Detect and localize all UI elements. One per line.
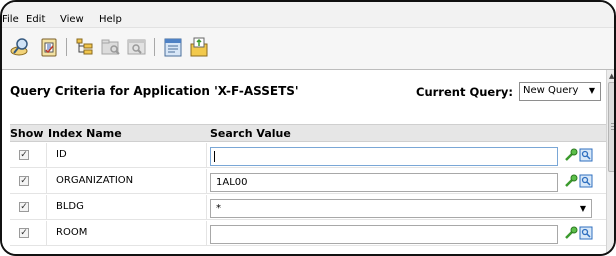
column-divider [206,221,207,245]
toolbar-separator [66,38,67,56]
export-icon[interactable] [188,36,210,58]
header-index-name: Index Name [48,127,122,140]
window-search-icon[interactable] [126,36,148,58]
show-checkbox[interactable]: ✓ [19,228,29,238]
index-name: ID [56,149,67,160]
header-search-value: Search Value [210,127,291,140]
column-divider [46,169,47,193]
search-value-text: 1AL00 [216,177,248,188]
current-query-select[interactable]: New Query ▼ [519,82,601,101]
current-query-value: New Query [523,85,579,96]
show-checkbox[interactable]: ✓ [19,176,29,186]
text-caret [214,151,215,162]
lookup-icon[interactable] [579,173,593,189]
clipboard-icon[interactable] [38,36,60,58]
tree-icon[interactable] [74,36,96,58]
pick-icon[interactable] [564,147,578,163]
grip-line [611,123,614,124]
search-value-text: * [216,203,221,214]
column-divider [46,195,47,219]
show-checkbox[interactable]: ✓ [19,150,29,160]
toolbar [2,28,614,70]
scroll-up-arrow-icon[interactable]: ▲ [609,72,614,80]
app-window: File Edit View Help Query Criteria for A… [0,0,616,256]
table-header: Show Index Name Search Value [10,124,606,142]
grip-line [611,126,614,127]
table-row: ✓ ROOM [10,221,606,246]
query-panel: Query Criteria for Application 'X-F-ASSE… [2,70,606,254]
show-checkbox[interactable]: ✓ [19,202,29,212]
pick-icon[interactable] [564,173,578,189]
menu-edit[interactable]: Edit [26,14,45,25]
page-title: Query Criteria for Application 'X-F-ASSE… [10,84,299,98]
lookup-icon[interactable] [579,147,593,163]
menu-view[interactable]: View [60,14,84,25]
header-show: Show [10,127,44,140]
current-query-label: Current Query: [416,85,513,99]
search-value-input[interactable] [210,225,558,244]
search-icon[interactable] [10,36,32,58]
document-icon[interactable] [162,36,184,58]
lookup-icon[interactable] [579,225,593,241]
column-divider [46,221,47,245]
table-row: ✓ ORGANIZATION 1AL00 [10,169,606,194]
grip-line [611,129,614,130]
chevron-down-icon: ▼ [579,204,586,213]
column-divider [206,143,207,167]
table-row: ✓ ID [10,143,606,168]
column-divider [206,169,207,193]
menu-help[interactable]: Help [99,14,122,25]
index-name: ROOM [56,227,88,238]
column-divider [206,195,207,219]
search-value-dropdown[interactable]: * ▼ [210,199,592,218]
search-value-input[interactable] [210,147,558,166]
pick-icon[interactable] [564,225,578,241]
search-value-input[interactable]: 1AL00 [210,173,558,192]
index-name: ORGANIZATION [56,175,134,186]
toolbar-separator [154,38,155,56]
folder-search-icon[interactable] [100,36,122,58]
menu-file[interactable]: File [2,14,19,25]
scrollbar-thumb[interactable] [608,82,614,172]
index-name: BLDG [56,201,84,212]
table-row: ✓ BLDG * ▼ [10,195,606,220]
vertical-scrollbar[interactable]: ▲ [606,70,614,254]
chevron-down-icon: ▼ [588,86,595,95]
column-divider [46,143,47,167]
menu-bar: File Edit View Help [2,2,614,28]
